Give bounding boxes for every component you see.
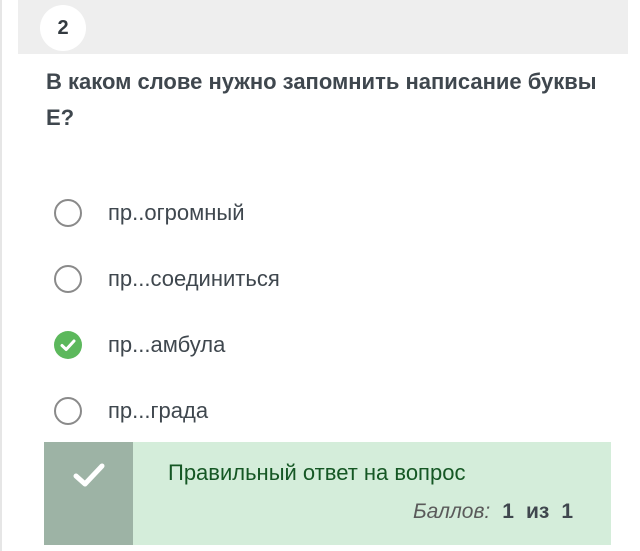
- option-label: пр..огромный: [108, 200, 245, 225]
- quiz-page: 2 В каком слове нужно запомнить написани…: [0, 0, 640, 551]
- answer-feedback: Правильный ответ на вопрос Баллов: 1 из …: [44, 442, 611, 545]
- feedback-title: Правильный ответ на вопрос: [168, 460, 466, 485]
- answer-option-selected[interactable]: пр...амбула: [54, 312, 594, 378]
- radio-button[interactable]: [54, 199, 82, 227]
- question-number-badge: 2: [40, 5, 86, 51]
- option-label: пр...града: [108, 398, 209, 423]
- score-value: 1: [502, 500, 514, 523]
- score-max: 1: [561, 500, 573, 523]
- answer-option[interactable]: пр...соединиться: [54, 246, 594, 312]
- option-label: пр...соединиться: [108, 266, 280, 291]
- answer-option[interactable]: пр..огромный: [54, 180, 594, 246]
- check-icon: [73, 463, 104, 487]
- radio-button-checked[interactable]: [54, 331, 82, 359]
- feedback-icon-box: [44, 442, 133, 545]
- score-separator: из: [525, 500, 550, 523]
- answer-option[interactable]: пр...града: [54, 378, 594, 444]
- option-label: пр...амбула: [108, 332, 226, 357]
- question-text: В каком слове нужно запомнить написание …: [46, 69, 597, 130]
- radio-button[interactable]: [54, 265, 82, 293]
- score-line: Баллов: 1 из 1: [413, 500, 573, 524]
- radio-button[interactable]: [54, 397, 82, 425]
- check-icon: [60, 339, 76, 351]
- question-header: 2: [18, 0, 628, 54]
- answer-options: пр..огромный пр...соединиться пр...амбул…: [54, 180, 594, 444]
- left-divider: [0, 0, 2, 551]
- score-label: Баллов:: [412, 500, 491, 523]
